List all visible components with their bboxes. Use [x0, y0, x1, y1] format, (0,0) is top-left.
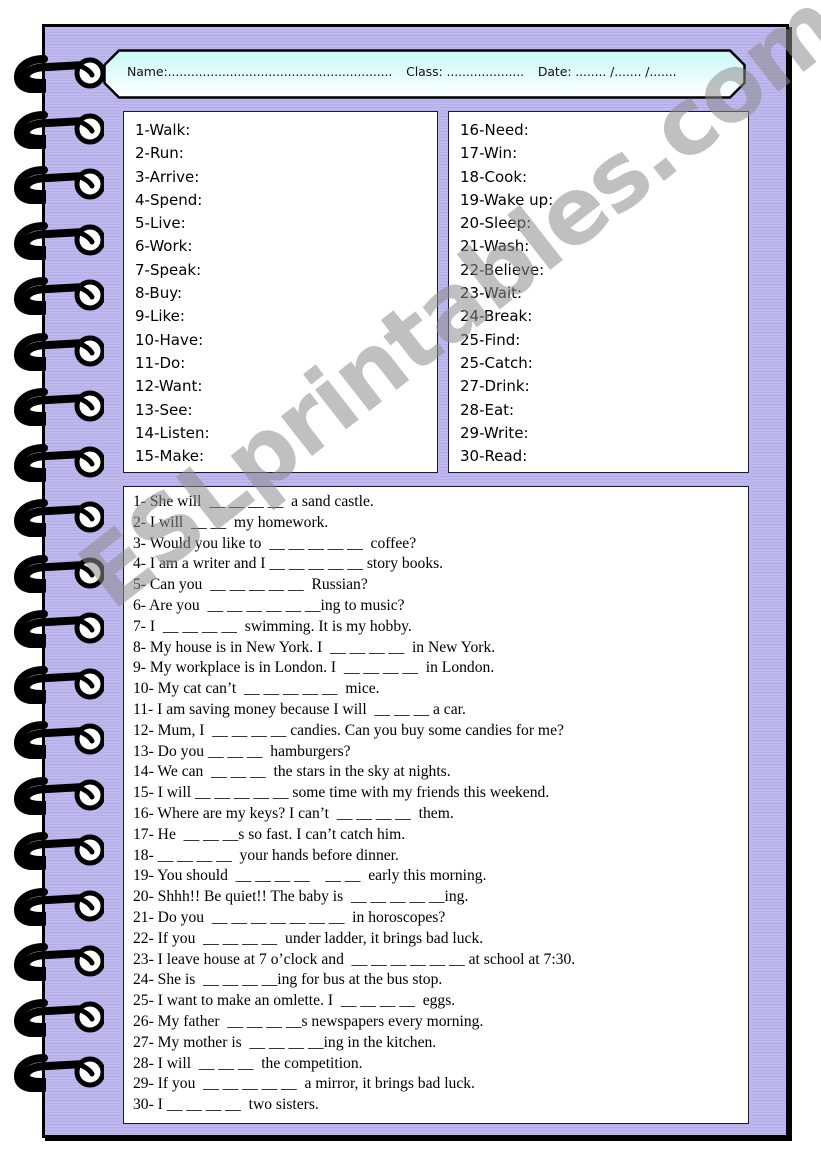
- sentence-item: 11- I am saving money because I will __ …: [133, 700, 466, 718]
- sentence-item: 14- We can __ __ __ the stars in the sky…: [133, 763, 451, 781]
- verb-item: 4-Spend:: [135, 190, 203, 209]
- verb-item: 21-Wash:: [460, 237, 530, 256]
- verb-item: 17-Win:: [460, 144, 518, 163]
- sentence-item: 9- My workplace is in London. I __ __ __…: [133, 659, 495, 677]
- class-field[interactable]: Class: ....................: [406, 64, 524, 79]
- verb-item: 25-Catch:: [460, 353, 533, 372]
- sentence-item: 6- Are you __ __ __ __ __ __ing to music…: [133, 596, 405, 614]
- verb-item: 15-Make:: [135, 447, 205, 466]
- verb-item: 19-Wake up:: [460, 190, 554, 209]
- verb-item: 23-Wait:: [460, 284, 523, 303]
- verb-item: 27-Drink:: [460, 377, 530, 396]
- sentence-item: 24- She is __ __ __ __ing for bus at the…: [133, 971, 443, 989]
- sentence-item: 8- My house is in New York. I __ __ __ _…: [133, 638, 496, 656]
- sentence-list: 1- She will __ __ __ __ a sand castle. 2-…: [124, 487, 748, 1116]
- verb-item: 2-Run:: [135, 144, 184, 163]
- sentence-item: 2- I will __ __ my homework.: [133, 513, 329, 531]
- verb-item: 28-Eat:: [460, 400, 515, 419]
- spiral-ring-icon: [14, 442, 104, 482]
- verb-list-box-right: 16-Need: 17-Win: 18-Cook: 19-Wake up: 20-Sle…: [448, 111, 749, 473]
- verb-item: 25-Find:: [460, 330, 521, 349]
- spiral-ring-icon: [14, 386, 104, 426]
- verb-item: 3-Arrive:: [135, 167, 200, 186]
- verb-item: 8-Buy:: [135, 284, 183, 303]
- verb-item: 5-Live:: [135, 214, 186, 233]
- verb-list-right: 16-Need: 17-Win: 18-Cook: 19-Wake up: 20-Sle…: [449, 112, 748, 468]
- date-field[interactable]: Date: ........ /....... /.......: [538, 64, 677, 79]
- verb-item: 30-Read:: [460, 447, 528, 466]
- spiral-ring-icon: [14, 220, 104, 260]
- spiral-ring-icon: [14, 164, 104, 204]
- sentence-item: 15- I will __ __ __ __ __ some time with…: [133, 784, 550, 802]
- sentence-item: 29- If you __ __ __ __ __ a mirror, it b…: [133, 1075, 475, 1093]
- verb-item: 18-Cook:: [460, 167, 528, 186]
- verb-item: 20-Sleep:: [460, 214, 532, 233]
- verb-list-left: 1-Walk: 2-Run: 3-Arrive: 4-Spend: 5-Live: 6-W…: [124, 112, 437, 468]
- sentence-item: 20- Shhh!! Be quiet!! The baby is __ __ …: [133, 888, 469, 906]
- sentence-item: 19- You should __ __ __ __ __ __ early t…: [133, 867, 487, 885]
- verb-item: 9-Like:: [135, 307, 185, 326]
- sentence-item: 16- Where are my keys? I can’t __ __ __ …: [133, 804, 454, 822]
- sentence-item: 21- Do you __ __ __ __ __ __ __ in horos…: [133, 908, 446, 926]
- verb-item: 16-Need:: [460, 121, 529, 139]
- spiral-ring-icon: [14, 719, 104, 759]
- sentence-item: 23- I leave house at 7 o’clock and __ __…: [133, 950, 576, 968]
- spiral-ring-icon: [14, 997, 104, 1037]
- verb-item: 14-Listen:: [135, 423, 210, 442]
- verb-item: 12-Want:: [135, 377, 203, 396]
- spiral-ring-icon: [14, 331, 104, 371]
- verb-item: 24-Break:: [460, 307, 533, 326]
- sentence-item: 22- If you __ __ __ __ under ladder, it …: [133, 929, 484, 947]
- sentence-item: 27- My mother is __ __ __ __ing in the k…: [133, 1033, 437, 1051]
- verb-item: 6-Work:: [135, 237, 193, 256]
- spiral-ring-icon: [14, 941, 104, 981]
- fill-in-sentences-box: 1- She will __ __ __ __ a sand castle. 2-…: [123, 486, 749, 1124]
- spiral-ring-icon: [14, 664, 104, 704]
- sentence-item: 5- Can you __ __ __ __ __ Russian?: [133, 576, 368, 594]
- spiral-ring-icon: [14, 497, 104, 537]
- spiral-ring-icon: [14, 1052, 104, 1092]
- sentence-item: 4- I am a writer and I __ __ __ __ __ st…: [133, 555, 444, 573]
- verb-list-box-left: 1-Walk: 2-Run: 3-Arrive: 4-Spend: 5-Live: 6-W…: [123, 111, 438, 473]
- spiral-ring-icon: [14, 775, 104, 815]
- spiral-ring-icon: [14, 53, 104, 93]
- spiral-ring-icon: [14, 608, 104, 648]
- verb-item: 22-Believe:: [460, 260, 545, 279]
- verb-item: 10-Have:: [135, 330, 204, 349]
- sentence-item: 12- Mum, I __ __ __ __ candies. Can you …: [133, 721, 564, 739]
- sentence-item: 25- I want to make an omlette. I __ __ _…: [133, 992, 456, 1010]
- sentence-item: 3- Would you like to __ __ __ __ __ coff…: [133, 534, 417, 552]
- verb-item: 1-Walk:: [135, 121, 191, 139]
- spiral-ring-icon: [14, 275, 104, 315]
- verb-item: 11-Do:: [135, 353, 186, 372]
- spiral-ring-icon: [14, 553, 104, 593]
- student-info-header: Name:...................................…: [103, 49, 746, 99]
- verb-item: 13-See:: [135, 400, 193, 419]
- sentence-item: 28- I will __ __ __ the competition.: [133, 1054, 363, 1072]
- sentence-item: 17- He __ __ __s so fast. I can’t catch …: [133, 825, 406, 843]
- sentence-item: 7- I __ __ __ __ swimming. It is my hobb…: [133, 617, 412, 635]
- sentence-item: 10- My cat can’t __ __ __ __ __ mice.: [133, 680, 380, 698]
- verb-item: 7-Speak:: [135, 260, 202, 279]
- spiral-ring-icon: [14, 109, 104, 149]
- name-field[interactable]: Name:...................................…: [127, 64, 392, 79]
- spiral-ring-icon: [14, 886, 104, 926]
- spiral-ring-icon: [14, 830, 104, 870]
- sentence-item: 18- __ __ __ __ your hands before dinner…: [133, 846, 399, 864]
- sentence-item: 1- She will __ __ __ __ a sand castle.: [133, 493, 374, 510]
- verb-item: 29-Write:: [460, 423, 529, 442]
- sentence-item: 26- My father __ __ __ __s newspapers ev…: [133, 1012, 484, 1030]
- sentence-item: 13- Do you __ __ __ hamburgers?: [133, 742, 351, 760]
- sentence-item: 30- I __ __ __ __ two sisters.: [133, 1096, 319, 1114]
